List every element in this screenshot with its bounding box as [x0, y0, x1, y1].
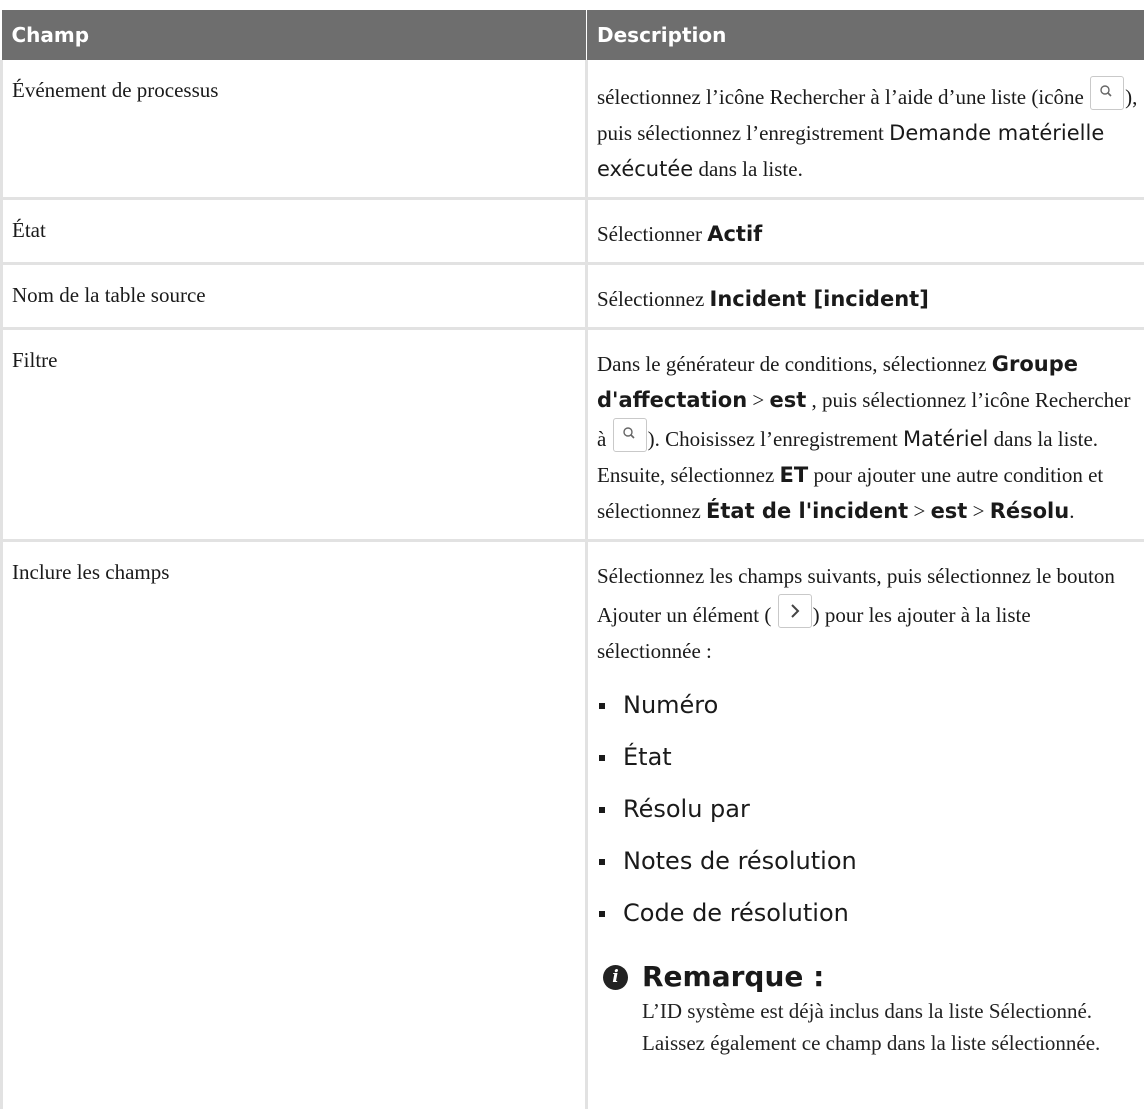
list-item: Code de résolution — [597, 887, 1140, 939]
record-name: Matériel — [903, 427, 989, 451]
option-value: est — [769, 388, 807, 412]
field-name: Filtre — [0, 328, 587, 542]
table-row: Filtre Dans le générateur de conditions,… — [0, 328, 1144, 542]
field-description: Dans le générateur de conditions, sélect… — [585, 328, 1144, 542]
table-row: Nom de la table source Sélectionnez Inci… — [0, 263, 1144, 330]
bullet-icon — [599, 807, 605, 813]
field-description: sélectionnez l’icône Rechercher à l’aide… — [585, 60, 1144, 200]
option-value: Actif — [707, 222, 763, 246]
list-item: Résolu par — [597, 783, 1140, 835]
field-description: Sélectionnez les champs suivants, puis s… — [585, 540, 1144, 1109]
bullet-icon — [599, 859, 605, 865]
bullet-icon — [599, 703, 605, 709]
search-icon — [612, 418, 647, 452]
note-header: i Remarque : — [603, 959, 1140, 995]
table-row: Inclure les champs Sélectionnez les cham… — [0, 540, 1144, 1109]
option-value: État de l'incident — [706, 499, 909, 523]
option-value: Incident [incident] — [709, 287, 929, 311]
table-row: État Sélectionner Actif — [0, 198, 1144, 265]
chevron-right-icon — [777, 594, 812, 628]
bullet-icon — [599, 755, 605, 761]
header-description: Description — [586, 10, 1144, 60]
option-value: Résolu — [989, 499, 1070, 523]
list-item: Notes de résolution — [597, 835, 1140, 887]
table-row: Événement de processus sélectionnez l’ic… — [0, 60, 1144, 200]
option-value: est — [930, 499, 968, 523]
fields-list: Numéro État Résolu par Notes de résoluti… — [597, 679, 1140, 939]
field-name: Inclure les champs — [0, 540, 587, 1109]
field-description: Sélectionner Actif — [585, 198, 1144, 265]
note-body: L’ID système est déjà inclus dans la lis… — [642, 999, 1101, 1055]
note-title: Remarque : — [642, 960, 825, 993]
fields-table: Champ Description Événement de processus… — [0, 10, 1144, 1109]
bullet-icon — [599, 911, 605, 917]
field-description: Sélectionnez Incident [incident] — [585, 263, 1144, 330]
field-name: Événement de processus — [0, 60, 587, 200]
option-value: ET — [779, 463, 809, 487]
info-icon: i — [603, 964, 628, 990]
field-name: État — [0, 198, 587, 265]
note-box: i Remarque : L’ID système est déjà inclu… — [597, 959, 1140, 1099]
list-item: État — [597, 731, 1140, 783]
search-icon — [1090, 76, 1125, 110]
table-header-row: Champ Description — [1, 10, 1144, 60]
list-item: Numéro — [597, 679, 1140, 731]
field-name: Nom de la table source — [0, 263, 587, 330]
header-champ: Champ — [1, 10, 587, 60]
